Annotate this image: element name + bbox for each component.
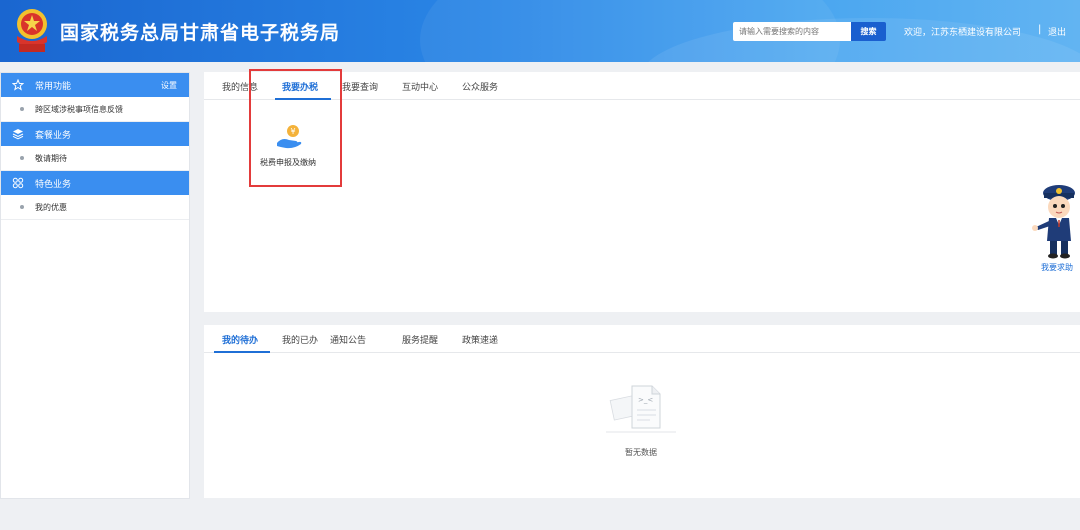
sidebar-item-cross-region-feedback[interactable]: 跨区域涉税事项信息反馈 xyxy=(1,97,189,122)
star-icon xyxy=(11,78,25,92)
grid-icon xyxy=(11,176,25,190)
todo-tabs: 我的待办 我的已办 通知公告 服务提醒 政策速递 xyxy=(204,325,1080,353)
tab-query[interactable]: 我要查询 xyxy=(342,80,378,93)
empty-document-icon: >_< xyxy=(606,385,676,433)
sidebar-item-label: 敬请期待 xyxy=(35,153,67,163)
sidebar-section-label: 套餐业务 xyxy=(35,130,72,141)
sidebar-section-featured[interactable]: 特色业务 xyxy=(1,171,189,195)
search-input[interactable] xyxy=(733,22,851,41)
welcome-text: 欢迎，江苏东栖建设有限公司 xyxy=(904,28,1022,38)
site-title: 国家税务总局甘肃省电子税务局 xyxy=(60,22,341,44)
help-link[interactable]: 我要求助 xyxy=(1041,262,1073,273)
sidebar-section-package[interactable]: 套餐业务 xyxy=(1,122,189,146)
todo-panel: 我的待办 我的已办 通知公告 服务提醒 政策速递 >_< 暂无数据 xyxy=(204,325,1080,498)
header-separator: | xyxy=(1038,24,1042,35)
sidebar-section-label: 常用功能 xyxy=(35,81,72,92)
bullet-icon xyxy=(20,156,24,160)
svg-text:>_<: >_< xyxy=(638,396,653,404)
tab-policy[interactable]: 政策速递 xyxy=(462,333,498,346)
tab-my-done[interactable]: 我的已办 xyxy=(282,333,318,346)
logout-link[interactable]: 退出 xyxy=(1048,25,1066,38)
tab-interaction[interactable]: 互动中心 xyxy=(402,80,438,93)
sidebar-section-common[interactable]: 常用功能 设置 xyxy=(1,73,189,97)
sidebar-item-my-discounts[interactable]: 我的优惠 xyxy=(1,195,189,220)
tab-public-service[interactable]: 公众服务 xyxy=(462,80,498,93)
active-tab-indicator xyxy=(214,351,270,353)
tab-my-todo[interactable]: 我的待办 xyxy=(222,333,258,346)
search-button[interactable]: 搜索 xyxy=(851,22,886,41)
empty-state-text: 暂无数据 xyxy=(625,448,657,457)
layers-icon xyxy=(11,127,25,141)
bullet-icon xyxy=(20,205,24,209)
bullet-icon xyxy=(20,107,24,111)
sidebar-item-label: 我的优惠 xyxy=(35,202,67,212)
sidebar-item-label: 跨区域涉税事项信息反馈 xyxy=(35,104,123,114)
header-bar: 国家税务总局甘肃省电子税务局 搜索 欢迎，江苏东栖建设有限公司 | 退出 xyxy=(0,0,1080,62)
tab-notices[interactable]: 通知公告 xyxy=(330,333,366,346)
sidebar: 常用功能 设置 跨区域涉税事项信息反馈 套餐业务 敬请期待 特色业务 我的优惠 xyxy=(0,72,190,499)
sidebar-item-coming-soon[interactable]: 敬请期待 xyxy=(1,146,189,171)
settings-link[interactable]: 设置 xyxy=(161,80,177,91)
tax-officer-mascot-icon[interactable] xyxy=(1030,183,1080,261)
tax-emblem-icon xyxy=(17,9,47,52)
highlight-box xyxy=(249,69,342,187)
sidebar-section-label: 特色业务 xyxy=(35,179,72,190)
tab-reminders[interactable]: 服务提醒 xyxy=(402,333,438,346)
